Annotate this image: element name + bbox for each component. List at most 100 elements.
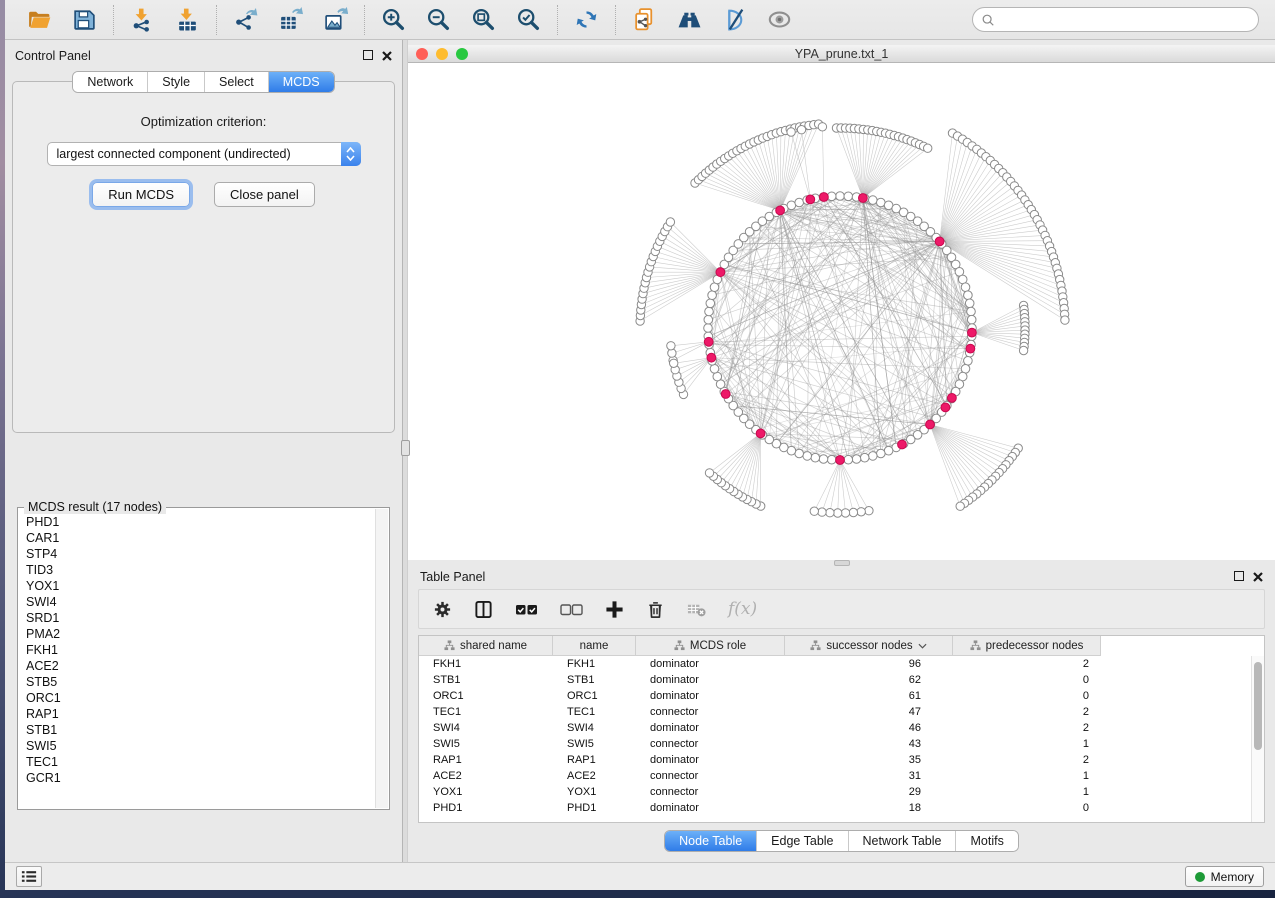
leaf-node[interactable] [670, 359, 678, 367]
leaf-node[interactable] [818, 508, 826, 516]
mcds-result-item[interactable]: FKH1 [19, 642, 375, 658]
ring-node[interactable] [704, 315, 713, 324]
network-canvas[interactable] [408, 63, 1275, 560]
show-eye-button[interactable] [766, 6, 793, 33]
refresh-layout-button[interactable] [573, 6, 600, 33]
zoom-selected-button[interactable] [515, 6, 542, 33]
ring-node[interactable] [869, 196, 878, 205]
task-history-button[interactable] [16, 866, 42, 887]
ring-node[interactable] [967, 307, 976, 316]
ring-node[interactable] [705, 307, 714, 316]
ring-node[interactable] [860, 453, 869, 462]
deselect-all-button[interactable] [560, 600, 583, 619]
leaf-node[interactable] [667, 342, 675, 350]
ring-node[interactable] [706, 299, 715, 308]
mcds-hub-node[interactable] [716, 268, 725, 277]
export-network-button[interactable] [232, 6, 259, 33]
mcds-result-item[interactable]: CAR1 [19, 530, 375, 546]
table-row[interactable]: FKH1FKH1dominator962 [419, 656, 1264, 672]
ring-node[interactable] [967, 315, 976, 324]
ring-node[interactable] [819, 455, 828, 464]
add-row-button[interactable] [605, 600, 624, 619]
mcds-result-item[interactable]: TID3 [19, 562, 375, 578]
tab-motifs[interactable]: Motifs [955, 831, 1017, 851]
mcds-result-item[interactable]: ORC1 [19, 690, 375, 706]
mcds-result-item[interactable]: GCR1 [19, 770, 375, 786]
table-row[interactable]: ACE2ACE2connector311 [419, 768, 1264, 784]
mcds-hub-node[interactable] [926, 420, 935, 429]
search-input[interactable] [1000, 13, 1250, 27]
mcds-list-scrollbar[interactable] [375, 509, 388, 808]
mcds-hub-node[interactable] [776, 206, 785, 215]
mcds-hub-node[interactable] [806, 195, 815, 204]
zoom-fit-button[interactable] [470, 6, 497, 33]
mcds-result-item[interactable]: SWI4 [19, 594, 375, 610]
import-table-button[interactable] [174, 6, 201, 33]
memory-button[interactable]: Memory [1185, 866, 1264, 887]
mcds-result-item[interactable]: RAP1 [19, 706, 375, 722]
ring-node[interactable] [877, 449, 886, 458]
table-scrollbar[interactable] [1251, 656, 1264, 822]
mcds-hub-node[interactable] [948, 394, 957, 403]
show-columns-button[interactable] [474, 600, 493, 619]
leaf-node[interactable] [787, 128, 795, 136]
tab-edge-table[interactable]: Edge Table [756, 831, 847, 851]
leaf-node[interactable] [834, 509, 842, 517]
open-file-button[interactable] [26, 6, 53, 33]
window-zoom-button[interactable] [456, 48, 468, 60]
leaf-node[interactable] [857, 508, 865, 516]
column-header-mcds-role[interactable]: MCDS role [636, 636, 785, 655]
leaf-node[interactable] [797, 126, 805, 134]
ring-node[interactable] [710, 365, 719, 374]
leaf-node[interactable] [705, 469, 713, 477]
settings-gear-button[interactable] [433, 600, 452, 619]
tab-style[interactable]: Style [147, 72, 204, 92]
mcds-result-item[interactable]: ACE2 [19, 658, 375, 674]
mcds-result-item[interactable]: PHD1 [19, 514, 375, 530]
ring-node[interactable] [795, 198, 804, 207]
mcds-result-item[interactable]: STB1 [19, 722, 375, 738]
leaf-node[interactable] [826, 509, 834, 517]
mcds-hub-node[interactable] [836, 456, 845, 465]
scrollbar-thumb[interactable] [1254, 662, 1262, 750]
export-image-button[interactable] [322, 6, 349, 33]
mcds-hub-node[interactable] [756, 429, 765, 438]
select-all-button[interactable] [515, 600, 538, 619]
leaf-node[interactable] [1019, 346, 1027, 354]
float-panel-button[interactable] [363, 48, 373, 63]
mcds-result-item[interactable]: STB5 [19, 674, 375, 690]
ring-node[interactable] [869, 452, 878, 461]
export-table-button[interactable] [277, 6, 304, 33]
horizontal-splitter[interactable] [408, 560, 1275, 566]
mcds-hub-node[interactable] [898, 440, 907, 449]
table-row[interactable]: RAP1RAP1dominator352 [419, 752, 1264, 768]
leaf-node[interactable] [924, 144, 932, 152]
leaf-node[interactable] [849, 508, 857, 516]
column-header-successor-nodes[interactable]: successor nodes [785, 636, 953, 655]
float-panel-button[interactable] [1234, 569, 1244, 584]
ring-node[interactable] [961, 283, 970, 292]
splitter-grip[interactable] [401, 440, 410, 456]
mcds-hub-node[interactable] [966, 344, 975, 353]
mcds-hub-node[interactable] [968, 328, 977, 337]
leaf-node[interactable] [841, 509, 849, 517]
import-network-button[interactable] [129, 6, 156, 33]
mcds-hub-node[interactable] [859, 194, 868, 203]
delete-row-button[interactable] [646, 600, 665, 619]
copy-network-button[interactable] [631, 6, 658, 33]
mcds-result-item[interactable]: YOX1 [19, 578, 375, 594]
table-row[interactable]: SWI4SWI4dominator462 [419, 720, 1264, 736]
mcds-hub-node[interactable] [721, 390, 730, 399]
column-header-predecessor-nodes[interactable]: predecessor nodes [953, 636, 1101, 655]
ring-node[interactable] [827, 455, 836, 464]
ring-node[interactable] [844, 192, 853, 201]
column-header-name[interactable]: name [553, 636, 636, 655]
ring-node[interactable] [964, 357, 973, 366]
mcds-result-item[interactable]: SWI5 [19, 738, 375, 754]
tab-node-table[interactable]: Node Table [665, 831, 756, 851]
mcds-hub-node[interactable] [820, 193, 829, 202]
leaf-node[interactable] [1061, 316, 1069, 324]
network-search-box[interactable] [972, 7, 1259, 32]
mcds-result-item[interactable]: TEC1 [19, 754, 375, 770]
leaf-node[interactable] [956, 502, 964, 510]
